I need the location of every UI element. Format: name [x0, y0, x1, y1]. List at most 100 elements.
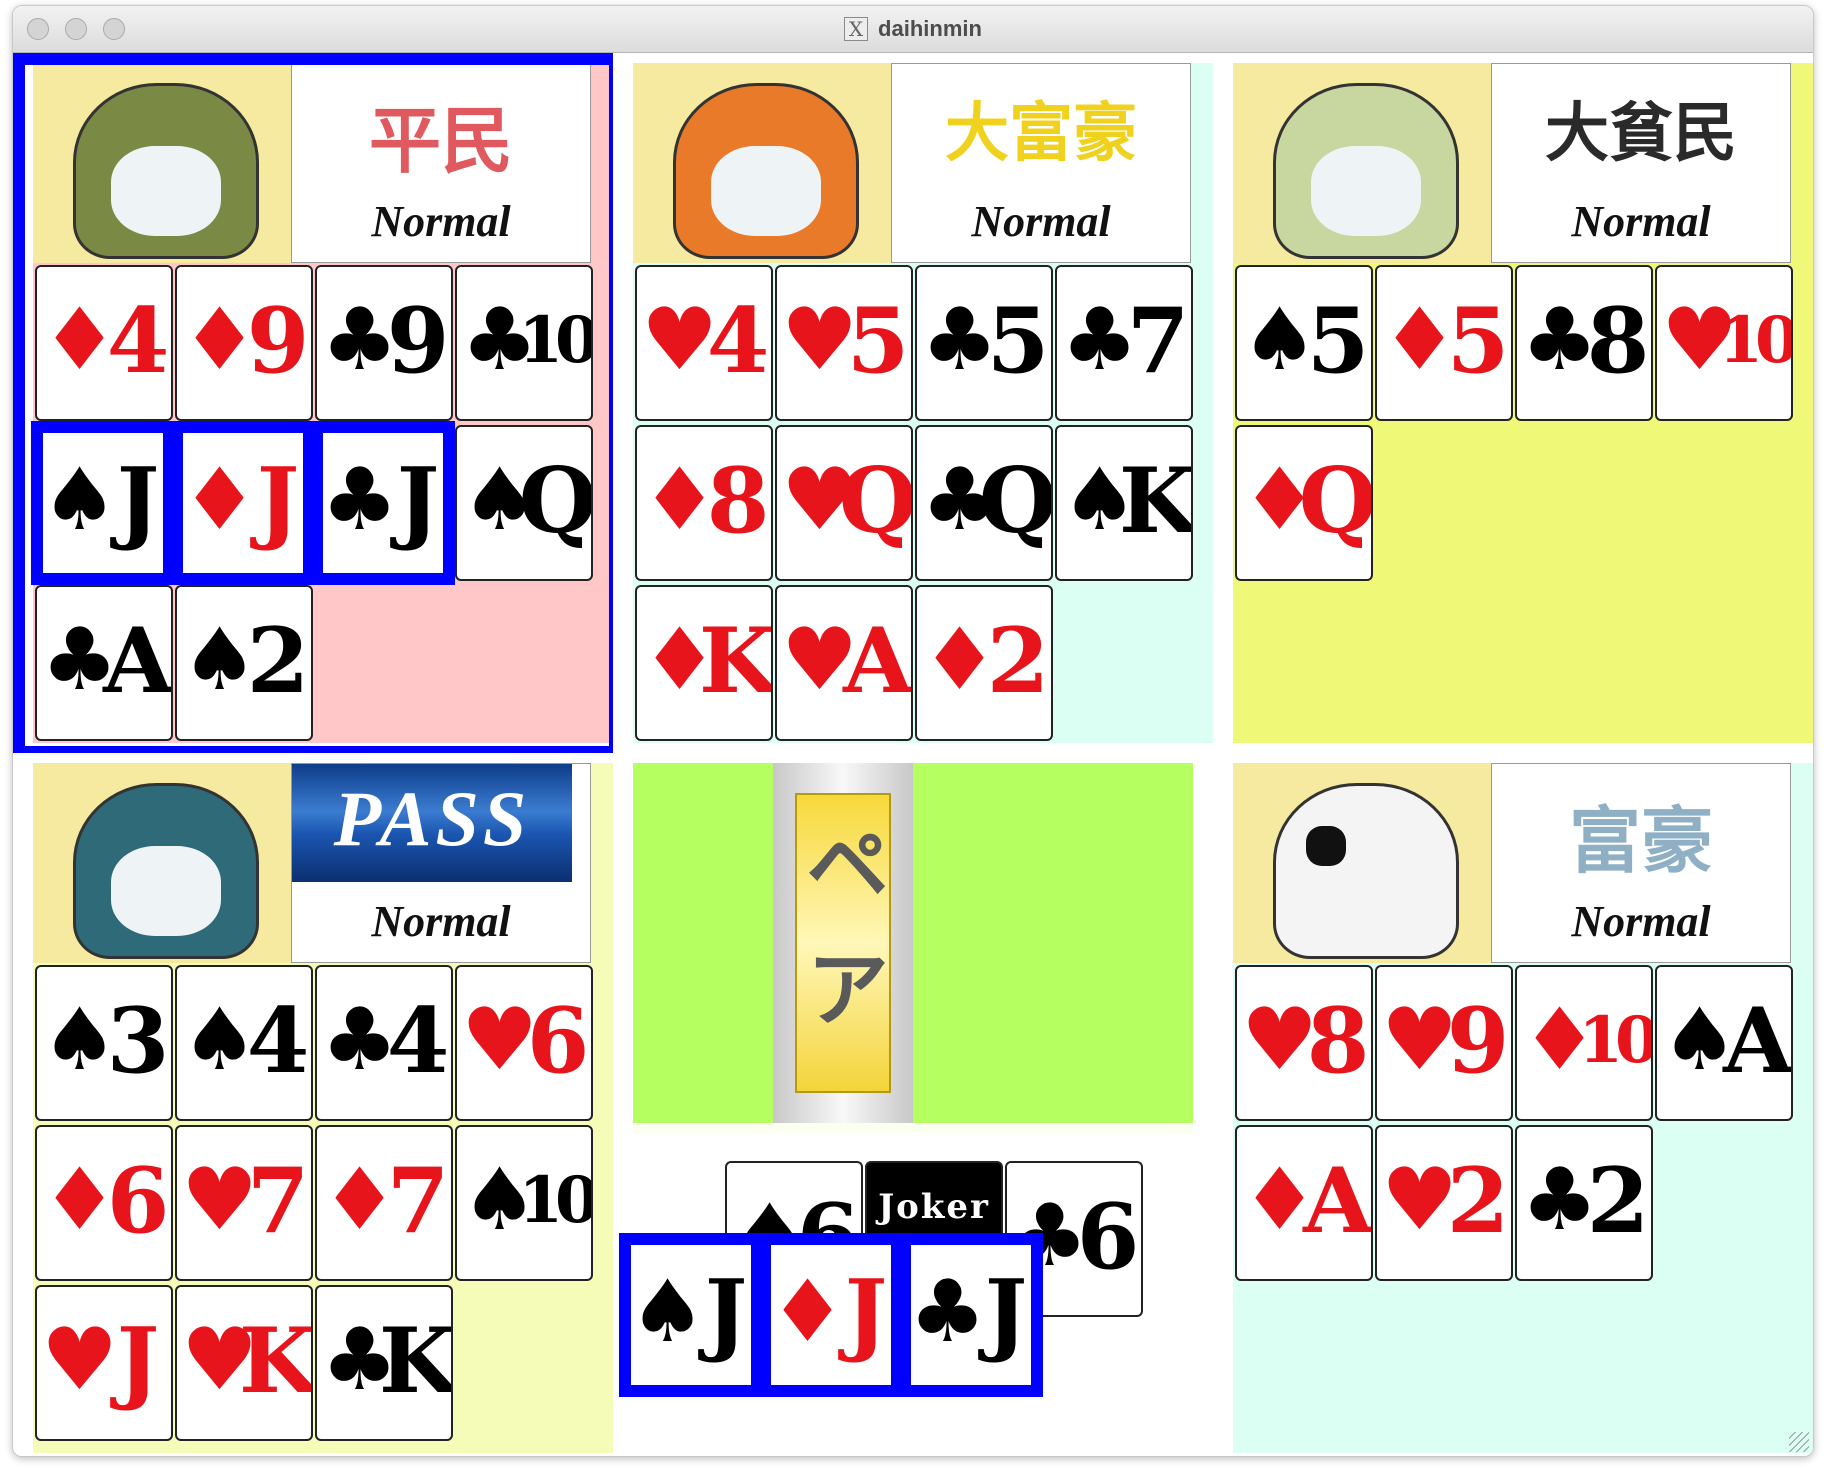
- card-rank: 10: [1718, 303, 1792, 378]
- hand-card[interactable]: ♥ 4: [635, 265, 773, 421]
- hand-card[interactable]: ♦ 4: [35, 265, 173, 421]
- hand-card[interactable]: ♣ 5: [915, 265, 1053, 421]
- hand-card[interactable]: ♣ A: [35, 585, 173, 741]
- card-rank: 8: [706, 448, 770, 554]
- hand-card[interactable]: ♦ J: [175, 425, 313, 581]
- hand-card[interactable]: ♥ 6: [455, 965, 593, 1121]
- hand-card[interactable]: ♦ 2: [915, 585, 1053, 741]
- suit-icon: ♣: [41, 610, 119, 710]
- hand-card[interactable]: ♣ 2: [1515, 1125, 1653, 1281]
- rank-status-box: 平民 Normal: [291, 63, 591, 263]
- hand-card[interactable]: ♦ 8: [635, 425, 773, 581]
- hand-card[interactable]: ♠ 4: [175, 965, 313, 1121]
- suit-icon: ♣: [921, 450, 999, 550]
- difficulty-label: Normal: [1571, 197, 1711, 246]
- hand-card[interactable]: ♥ J: [35, 1285, 173, 1441]
- suit-icon: ♣: [1061, 290, 1139, 390]
- rank-status-box: PASS Normal: [291, 763, 591, 963]
- card-rank: J: [396, 448, 440, 554]
- hand-card[interactable]: ♥ 5: [775, 265, 913, 421]
- hand-card[interactable]: ♦ 5: [1375, 265, 1513, 421]
- hand-card[interactable]: ♠ 3: [35, 965, 173, 1121]
- hand-card[interactable]: ♠ 10: [455, 1125, 593, 1281]
- hand-card[interactable]: ♣ K: [315, 1285, 453, 1441]
- current-play-card[interactable]: ♣ J: [903, 1237, 1041, 1393]
- hand-card[interactable]: ♥ Q: [775, 425, 913, 581]
- hand-card[interactable]: ♣ 7: [1055, 265, 1193, 421]
- card-rank: A: [1303, 1148, 1371, 1254]
- suit-icon: ♣: [1521, 1150, 1599, 1250]
- card-rank: J: [844, 1260, 888, 1366]
- card-rank: 2: [246, 608, 310, 714]
- hand-card[interactable]: ♥ A: [775, 585, 913, 741]
- card-rank: Q: [978, 448, 1052, 554]
- card-rank: 7: [386, 1148, 450, 1254]
- avatar-face: [1311, 146, 1421, 236]
- hand-card[interactable]: ♣ 9: [315, 265, 453, 421]
- rank-status-box: 大富豪 Normal: [891, 63, 1191, 263]
- play-mode-plate: ペア: [792, 793, 891, 1093]
- resize-grip-icon[interactable]: [1789, 1432, 1809, 1452]
- card-rank: 4: [106, 288, 170, 394]
- hand-card[interactable]: ♦ 6: [35, 1125, 173, 1281]
- hand-card[interactable]: ♣ J: [315, 425, 453, 581]
- suit-icon: ♦: [41, 290, 119, 390]
- suit-icon: ♦: [921, 610, 999, 710]
- card-rank: A: [1723, 988, 1791, 1094]
- current-play-card[interactable]: ♠ J: [623, 1237, 761, 1393]
- card-rank: 4: [706, 288, 770, 394]
- card-rank: 5: [846, 288, 910, 394]
- hand-card[interactable]: ♠ Q: [455, 425, 593, 581]
- hand-card[interactable]: ♥ 9: [1375, 965, 1513, 1121]
- hand-card[interactable]: ♦ 9: [175, 265, 313, 421]
- hand-card[interactable]: ♦ A: [1235, 1125, 1373, 1281]
- pass-indicator: PASS: [292, 764, 572, 882]
- difficulty-label: Normal: [1571, 897, 1711, 946]
- hand-card[interactable]: ♥ 7: [175, 1125, 313, 1281]
- hand-card[interactable]: ♥ K: [175, 1285, 313, 1441]
- hand-card[interactable]: ♥ 10: [1655, 265, 1793, 421]
- hand-card[interactable]: ♠ K: [1055, 425, 1193, 581]
- card-rank: 6: [526, 988, 590, 1094]
- hand-card[interactable]: ♣ Q: [915, 425, 1053, 581]
- suit-icon: ♠: [461, 450, 539, 550]
- suit-icon: ♣: [321, 450, 399, 550]
- hand-card[interactable]: ♦ 10: [1515, 965, 1653, 1121]
- title-bar: X daihinmin: [13, 6, 1813, 53]
- suit-icon: ♥: [781, 450, 859, 550]
- window-title: daihinmin: [878, 16, 982, 41]
- suit-icon: ♦: [1381, 290, 1459, 390]
- suit-icon: ♦: [41, 1150, 119, 1250]
- card-rank: 5: [1446, 288, 1510, 394]
- table-area: ペア♠6Joker♣6♠J♦J♣J: [613, 753, 1213, 1453]
- suit-icon: ♠: [181, 610, 259, 710]
- hand-card[interactable]: ♥ 8: [1235, 965, 1373, 1121]
- suit-icon: ♥: [781, 290, 859, 390]
- hand-card[interactable]: ♠ J: [35, 425, 173, 581]
- suit-icon: ♥: [461, 990, 539, 1090]
- card-rank: J: [704, 1260, 748, 1366]
- panda-avatar: [1233, 763, 1491, 963]
- suit-icon: ♦: [641, 610, 719, 710]
- robot-mole-avatar: [33, 63, 291, 263]
- suit-icon: ♦: [769, 1262, 847, 1362]
- hand-card[interactable]: ♦ Q: [1235, 425, 1373, 581]
- play-mode-area: [633, 763, 1193, 1123]
- avatar-face: [111, 846, 221, 936]
- hand-card[interactable]: ♦ 7: [315, 1125, 453, 1281]
- card-rank: 3: [106, 988, 170, 1094]
- suit-icon: ♣: [461, 290, 539, 390]
- card-rank: K: [238, 1308, 312, 1414]
- card-rank: J: [984, 1260, 1028, 1366]
- hand-card[interactable]: ♣ 10: [455, 265, 593, 421]
- card-rank: 9: [246, 288, 310, 394]
- fish-icon: [1273, 83, 1459, 259]
- hand-card[interactable]: ♠ A: [1655, 965, 1793, 1121]
- hand-card[interactable]: ♣ 8: [1515, 265, 1653, 421]
- hand-card[interactable]: ♦ K: [635, 585, 773, 741]
- hand-card[interactable]: ♠ 2: [175, 585, 313, 741]
- current-play-card[interactable]: ♦ J: [763, 1237, 901, 1393]
- hand-card[interactable]: ♣ 4: [315, 965, 453, 1121]
- hand-card[interactable]: ♥ 2: [1375, 1125, 1513, 1281]
- hand-card[interactable]: ♠ 5: [1235, 265, 1373, 421]
